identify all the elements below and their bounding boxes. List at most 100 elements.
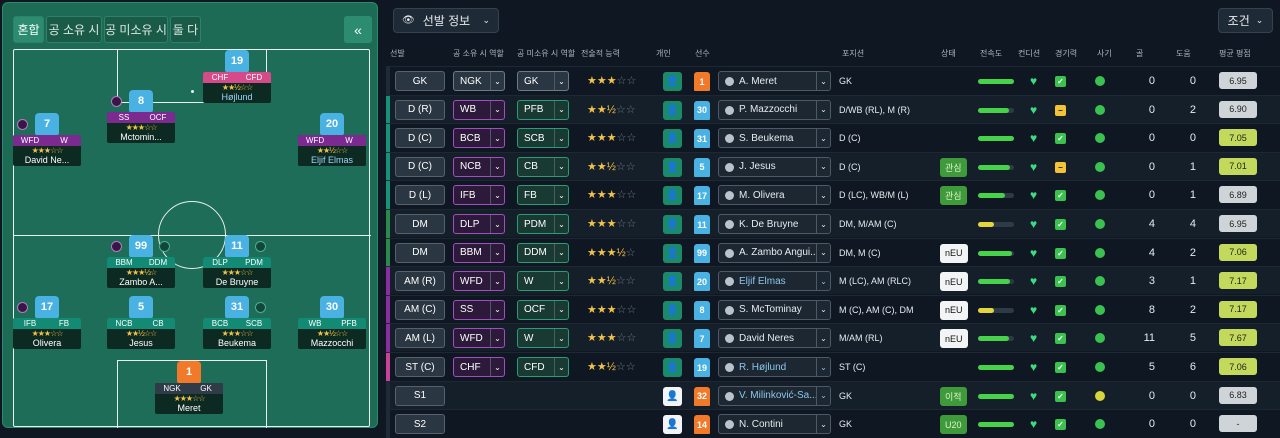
- pitch-player-elmas[interactable]: 20 WFD W ★★½☆☆ Eljif Elmas: [298, 113, 366, 166]
- table-row[interactable]: S2 👤 14 N. Contini ⌄ GK U20 ♥ ✓ 0 0 -: [386, 409, 1280, 438]
- position-slot-button[interactable]: AM (R): [395, 271, 445, 292]
- player-select[interactable]: David Neres ⌄: [718, 328, 831, 349]
- individual-instructions-button[interactable]: 👤: [663, 157, 682, 177]
- player-select[interactable]: V. Milinković-Sa... ⌄: [718, 385, 831, 406]
- col-header-fitness[interactable]: 경기력: [1055, 48, 1077, 59]
- position-slot-button[interactable]: D (L): [395, 185, 445, 206]
- status-badge[interactable]: 이적: [940, 386, 967, 406]
- tab-both[interactable]: 둘 다: [170, 16, 201, 43]
- pitch-player-neres[interactable]: 7 WFD W ★★★☆☆ David Ne...: [13, 113, 81, 166]
- position-slot-button[interactable]: D (C): [395, 128, 445, 149]
- status-badge[interactable]: nEU: [940, 243, 968, 263]
- individual-instructions-button[interactable]: 👤: [663, 100, 682, 120]
- table-row[interactable]: AM (C) SS ⌄ OCF ⌄ ★★★☆☆ 👤 8 S. McTominay ⌄ M …: [386, 294, 1280, 324]
- col-header-morale[interactable]: 사기: [1097, 48, 1112, 59]
- position-slot-button[interactable]: DM: [395, 214, 445, 234]
- oop-role-select[interactable]: PFB ⌄: [517, 99, 569, 120]
- ip-role-select[interactable]: IFB ⌄: [453, 185, 505, 206]
- ip-role-select[interactable]: SS ⌄: [453, 299, 505, 320]
- collapse-panel-button[interactable]: «: [344, 16, 372, 43]
- pitch-player-beukema[interactable]: 31 BCB SCB ★★★☆☆ Beukema: [203, 296, 271, 349]
- ip-role-select[interactable]: DLP ⌄: [453, 214, 505, 234]
- ip-role-select[interactable]: BCB ⌄: [453, 128, 505, 149]
- player-select[interactable]: A. Zambo Angui... ⌄: [718, 242, 831, 263]
- position-slot-button[interactable]: DM: [395, 242, 445, 263]
- col-header-goals[interactable]: 골: [1136, 48, 1143, 59]
- player-select[interactable]: R. Højlund ⌄: [718, 357, 831, 377]
- position-slot-button[interactable]: GK: [395, 71, 445, 91]
- tab-mixed[interactable]: 혼합: [13, 16, 44, 43]
- status-badge[interactable]: 관심: [940, 157, 967, 177]
- conditions-dropdown[interactable]: 조건 ⌄: [1218, 8, 1273, 33]
- col-header-individual[interactable]: 개인: [656, 48, 671, 59]
- tab-out-of-possession[interactable]: 공 미소유 시: [104, 16, 168, 43]
- ip-role-select[interactable]: NCB ⌄: [453, 156, 505, 177]
- position-slot-button[interactable]: AM (L): [395, 328, 445, 349]
- pitch-player-mctominay[interactable]: 8 SS OCF ★★★☆☆ Mctomin...: [107, 90, 175, 143]
- tab-in-possession[interactable]: 공 소유 시: [46, 16, 102, 43]
- ip-role-select[interactable]: WFD ⌄: [453, 271, 505, 292]
- pitch-player-zambo[interactable]: 99 BBM DDM ★★★½☆ Zambo A...: [107, 235, 175, 288]
- player-select[interactable]: M. Olivera ⌄: [718, 185, 831, 206]
- oop-role-select[interactable]: CFD ⌄: [517, 357, 569, 377]
- pitch-player-meret[interactable]: 1 NGK GK ★★★☆☆ Meret: [155, 361, 223, 414]
- individual-instructions-button[interactable]: 👤: [663, 300, 682, 320]
- individual-instructions-button[interactable]: 👤: [663, 243, 682, 263]
- status-badge[interactable]: nEU: [940, 272, 968, 292]
- individual-instructions-button[interactable]: 👤: [663, 329, 682, 349]
- player-select[interactable]: S. Beukema ⌄: [718, 128, 831, 149]
- oop-role-select[interactable]: FB ⌄: [517, 185, 569, 206]
- individual-instructions-button[interactable]: 👤: [663, 129, 682, 149]
- individual-instructions-button[interactable]: 👤: [663, 72, 682, 91]
- table-row[interactable]: DM BBM ⌄ DDM ⌄ ★★★½☆ 👤 99 A. Zambo Angui... ⌄…: [386, 237, 1280, 267]
- player-select[interactable]: S. McTominay ⌄: [718, 299, 831, 320]
- col-header-avg-rating[interactable]: 평균 평점: [1219, 48, 1251, 59]
- player-select[interactable]: A. Meret ⌄: [718, 71, 831, 91]
- lineup-info-dropdown[interactable]: 👁 선발 정보 ⌄: [393, 8, 499, 33]
- col-header-pos[interactable]: 선발: [390, 48, 405, 59]
- ip-role-select[interactable]: CHF ⌄: [453, 357, 505, 377]
- table-row[interactable]: D (L) IFB ⌄ FB ⌄ ★★★☆☆ 👤 17 M. Olivera ⌄ D (L…: [386, 180, 1280, 210]
- pitch-player-mazzocchi[interactable]: 30 WB PFB ★★½☆☆ Mazzocchi: [298, 296, 366, 349]
- status-badge[interactable]: nEU: [940, 329, 968, 349]
- col-header-ip-role[interactable]: 공 소유 시 역할: [453, 48, 504, 59]
- table-row[interactable]: D (C) NCB ⌄ CB ⌄ ★★½☆☆ 👤 5 J. Jesus ⌄ D (C) 관심…: [386, 151, 1280, 181]
- individual-instructions-button[interactable]: 👤: [663, 272, 682, 292]
- col-header-status[interactable]: 상태: [941, 48, 956, 59]
- pitch-player-jesus[interactable]: 5 NCB CB ★★½☆☆ Jesus: [107, 296, 175, 349]
- col-header-assists[interactable]: 도움: [1176, 48, 1191, 59]
- table-row[interactable]: DM DLP ⌄ PDM ⌄ ★★★☆☆ 👤 11 K. De Bruyne ⌄ DM, …: [386, 209, 1280, 238]
- oop-role-select[interactable]: DDM ⌄: [517, 242, 569, 263]
- table-row[interactable]: D (C) BCB ⌄ SCB ⌄ ★★★☆☆ 👤 31 S. Beukema ⌄ D (…: [386, 123, 1280, 153]
- oop-role-select[interactable]: GK ⌄: [517, 71, 569, 91]
- player-select[interactable]: J. Jesus ⌄: [718, 156, 831, 177]
- status-badge[interactable]: nEU: [940, 300, 968, 320]
- col-header-ability[interactable]: 전술적 능력: [581, 48, 620, 59]
- table-row[interactable]: GK NGK ⌄ GK ⌄ ★★★☆☆ 👤 1 A. Meret ⌄ GK ♥ ✓ 0 0…: [386, 66, 1280, 95]
- player-select[interactable]: N. Contini ⌄: [718, 414, 831, 435]
- oop-role-select[interactable]: SCB ⌄: [517, 128, 569, 149]
- position-slot-button[interactable]: S2: [395, 414, 445, 435]
- individual-instructions-button[interactable]: 👤: [663, 215, 682, 234]
- oop-role-select[interactable]: W ⌄: [517, 328, 569, 349]
- oop-role-select[interactable]: OCF ⌄: [517, 299, 569, 320]
- individual-instructions-button[interactable]: 👤: [663, 186, 682, 206]
- ip-role-select[interactable]: WFD ⌄: [453, 328, 505, 349]
- col-header-condition[interactable]: 컨디션: [1018, 48, 1040, 59]
- table-row[interactable]: D (R) WB ⌄ PFB ⌄ ★★½☆☆ 👤 30 P. Mazzocchi ⌄ D/…: [386, 94, 1280, 124]
- ip-role-select[interactable]: NGK ⌄: [453, 71, 505, 91]
- oop-role-select[interactable]: CB ⌄: [517, 156, 569, 177]
- table-row[interactable]: S1 👤 32 V. Milinković-Sa... ⌄ GK 이적 ♥ ✓ 0 0…: [386, 380, 1280, 410]
- ip-role-select[interactable]: BBM ⌄: [453, 242, 505, 263]
- oop-role-select[interactable]: W ⌄: [517, 271, 569, 292]
- oop-role-select[interactable]: PDM ⌄: [517, 214, 569, 234]
- table-row[interactable]: AM (L) WFD ⌄ W ⌄ ★★★☆☆ 👤 7 David Neres ⌄ M/AM…: [386, 323, 1280, 353]
- position-slot-button[interactable]: D (C): [395, 156, 445, 177]
- pitch-player-hojlund[interactable]: 19 CHF CFD ★★½☆☆ Højlund: [203, 50, 271, 103]
- pitch-player-olivera[interactable]: 17 IFB FB ★★★☆☆ Olivera: [13, 296, 81, 349]
- individual-instructions-button[interactable]: 👤: [663, 415, 682, 435]
- player-select[interactable]: Eljif Elmas ⌄: [718, 271, 831, 292]
- player-select[interactable]: P. Mazzocchi ⌄: [718, 99, 831, 120]
- pitch-player-de-bruyne[interactable]: 11 DLP PDM ★★★☆☆ De Bruyne: [203, 235, 271, 288]
- individual-instructions-button[interactable]: 👤: [663, 386, 682, 406]
